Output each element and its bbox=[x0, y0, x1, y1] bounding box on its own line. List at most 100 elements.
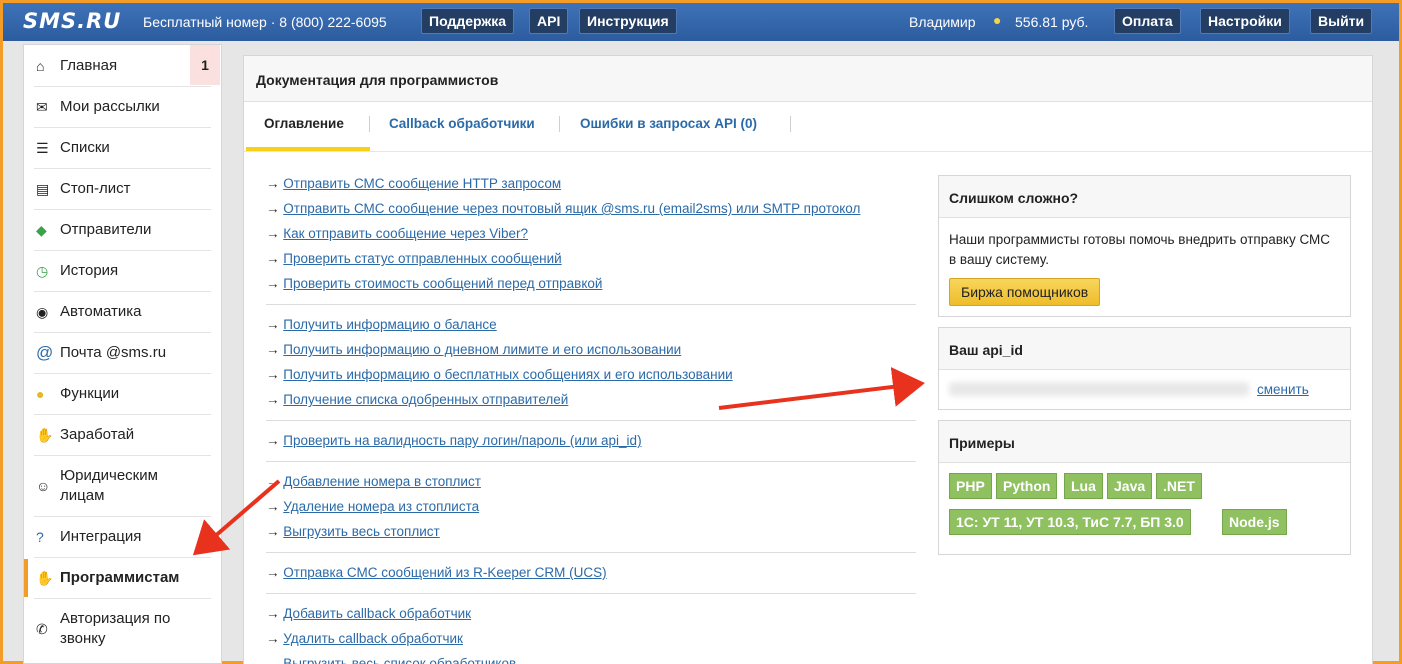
sidebar-item-label: Юридическим лицам bbox=[60, 467, 158, 504]
tab-api-errors[interactable]: Ошибки в запросах API (0) bbox=[580, 116, 757, 131]
top-bar: SMS.RU Бесплатный номер · 8 (800) 222-60… bbox=[3, 3, 1399, 41]
api-button[interactable]: API bbox=[529, 8, 569, 34]
sidebar-item-label: Заработай bbox=[60, 426, 135, 443]
balance[interactable]: 556.81 руб. bbox=[1015, 14, 1088, 30]
list-item[interactable]: → Получить информацию о бесплатных сообщ… bbox=[266, 367, 733, 382]
tab-bar-line bbox=[244, 151, 1372, 152]
sidebar-item-label: Почта @sms.ru bbox=[60, 344, 167, 361]
tab-separator bbox=[790, 116, 791, 132]
list-icon: ☰ bbox=[36, 139, 49, 156]
list-item[interactable]: → Добавление номера в стоплист bbox=[266, 474, 481, 489]
list-item[interactable]: → Отправить СМС сообщение через почтовый… bbox=[266, 201, 860, 216]
sidebar-item-mailings[interactable]: ✉ Мои рассылки bbox=[34, 87, 211, 128]
examples-title: Примеры bbox=[939, 421, 1350, 463]
sidebar-item-label: Программистам bbox=[60, 569, 180, 586]
active-tab-underline bbox=[246, 147, 370, 151]
help-box-title: Слишком сложно? bbox=[939, 176, 1350, 218]
change-api-id-link[interactable]: сменить bbox=[1257, 382, 1309, 397]
sidebar-item-programmers[interactable]: ✋ Программистам bbox=[34, 558, 211, 599]
sidebar-item-label: Интеграция bbox=[60, 528, 142, 545]
tab-contents[interactable]: Оглавление bbox=[264, 116, 344, 131]
sidebar-item-integration[interactable]: ? Интеграция bbox=[34, 517, 211, 558]
list-item[interactable]: → Проверить стоимость сообщений перед от… bbox=[266, 276, 602, 291]
sidebar-item-earn[interactable]: ✋ Заработай bbox=[34, 415, 211, 456]
robot-icon: ◉ bbox=[36, 303, 49, 320]
person-icon: ☺ bbox=[36, 478, 51, 494]
list-item[interactable]: → Удалить callback обработчик bbox=[266, 631, 463, 646]
phone-icon: ✆ bbox=[36, 620, 48, 637]
tab-callback-handlers[interactable]: Callback обработчики bbox=[389, 116, 535, 131]
example-tag-php[interactable]: PHP bbox=[949, 473, 992, 499]
list-item[interactable]: → Проверить статус отправленных сообщени… bbox=[266, 251, 562, 266]
list-item[interactable]: → Выгрузить весь стоплист bbox=[266, 524, 440, 539]
divider bbox=[266, 304, 916, 305]
sidebar-item-label: Функции bbox=[60, 385, 120, 402]
example-tag-python[interactable]: Python bbox=[996, 473, 1058, 499]
divider bbox=[266, 420, 916, 421]
sidebar-item-lists[interactable]: ☰ Списки bbox=[34, 128, 211, 169]
example-tag-1c[interactable]: 1С: УТ 11, УТ 10.3, ТиС 7.7, БП 3.0 bbox=[949, 509, 1191, 535]
list-item[interactable]: → Добавить callback обработчик bbox=[266, 606, 471, 621]
sidebar-item-label: Мои рассылки bbox=[60, 98, 160, 115]
sidebar-item-call-auth[interactable]: ✆ Авторизация по звонку bbox=[34, 599, 211, 659]
sidebar-item-label: Отправители bbox=[60, 221, 152, 238]
example-tag-nodejs[interactable]: Node.js bbox=[1222, 509, 1287, 535]
manual-button[interactable]: Инструкция bbox=[579, 8, 677, 34]
sidebar-item-label: Автоматика bbox=[60, 303, 142, 320]
sidebar: ⌂ Главная 1 ✉ Мои рассылки ☰ Списки ▤ Ст… bbox=[23, 44, 222, 664]
question-icon: ? bbox=[36, 529, 44, 545]
support-button[interactable]: Поддержка bbox=[421, 8, 515, 34]
example-tag-java[interactable]: Java bbox=[1107, 473, 1153, 499]
divider bbox=[266, 593, 916, 594]
helpers-exchange-button[interactable]: Биржа помощников bbox=[949, 278, 1101, 306]
divider bbox=[266, 461, 916, 462]
api-id-value-blurred bbox=[949, 382, 1249, 396]
history-icon: ◷ bbox=[36, 262, 49, 279]
help-box-text: Наши программисты готовы помочь внедрить… bbox=[949, 232, 1331, 267]
list-item[interactable]: → Как отправить сообщение через Viber? bbox=[266, 226, 528, 241]
sidebar-item-label: История bbox=[60, 262, 119, 279]
sidebar-item-home[interactable]: ⌂ Главная 1 bbox=[34, 45, 220, 87]
mail-icon: ✉ bbox=[36, 98, 48, 115]
list-item[interactable]: → Отправка СМС сообщений из R-Keeper CRM… bbox=[266, 565, 607, 580]
pay-button[interactable]: Оплата bbox=[1114, 8, 1181, 34]
list-item[interactable]: → Удаление номера из стоплиста bbox=[266, 499, 479, 514]
list-item[interactable]: → Получение списка одобренных отправител… bbox=[266, 392, 568, 407]
handshake-icon: ✋ bbox=[36, 426, 54, 443]
tag-icon: ◆ bbox=[36, 221, 47, 238]
sidebar-item-senders[interactable]: ◆ Отправители bbox=[34, 210, 211, 251]
sidebar-item-legal[interactable]: ☺ Юридическим лицам bbox=[34, 456, 211, 517]
settings-button[interactable]: Настройки bbox=[1200, 8, 1290, 34]
sidebar-item-label: Списки bbox=[60, 139, 110, 156]
sidebar-item-label: Стоп-лист bbox=[60, 180, 131, 197]
list-item[interactable]: → Отправить СМС сообщение HTTP запросом bbox=[266, 176, 561, 191]
tab-separator bbox=[369, 116, 370, 132]
logo[interactable]: SMS.RU bbox=[23, 9, 121, 33]
active-indicator bbox=[24, 559, 28, 597]
list-item[interactable]: → Выгрузить весь список обработчиков bbox=[266, 656, 516, 664]
list-item[interactable]: → Получить информацию о дневном лимите и… bbox=[266, 342, 681, 357]
list-item[interactable]: → Получить информацию о балансе bbox=[266, 317, 497, 332]
sidebar-item-label: Авторизация по звонку bbox=[60, 610, 171, 647]
sidebar-item-automation[interactable]: ◉ Автоматика bbox=[34, 292, 211, 333]
example-tag-lua[interactable]: Lua bbox=[1064, 473, 1103, 499]
sidebar-item-stoplist[interactable]: ▤ Стоп-лист bbox=[34, 169, 211, 210]
bulb-icon: ● bbox=[36, 386, 45, 402]
example-tag-dotnet[interactable]: .NET bbox=[1156, 473, 1202, 499]
stoplist-icon: ▤ bbox=[36, 180, 50, 197]
coins-icon: ● bbox=[993, 12, 1002, 28]
logout-button[interactable]: Выйти bbox=[1310, 8, 1373, 34]
help-box: Слишком сложно? Наши программисты готовы… bbox=[938, 175, 1351, 317]
sidebar-item-functions[interactable]: ● Функции bbox=[34, 374, 211, 415]
free-phone-text: Бесплатный номер · 8 (800) 222-6095 bbox=[143, 14, 387, 30]
sidebar-item-history[interactable]: ◷ История bbox=[34, 251, 211, 292]
list-item[interactable]: → Проверить на валидность пару логин/пар… bbox=[266, 433, 642, 448]
main-panel: Документация для программистов Оглавлени… bbox=[243, 55, 1373, 664]
page-title: Документация для программистов bbox=[244, 56, 1372, 102]
sidebar-item-mail[interactable]: @ Почта @sms.ru bbox=[34, 333, 211, 374]
home-icon: ⌂ bbox=[36, 57, 45, 74]
tab-separator bbox=[559, 116, 560, 132]
hand-icon: ✋ bbox=[36, 569, 54, 586]
sidebar-item-label: Главная bbox=[60, 56, 118, 74]
user-name[interactable]: Владимир bbox=[909, 14, 976, 30]
